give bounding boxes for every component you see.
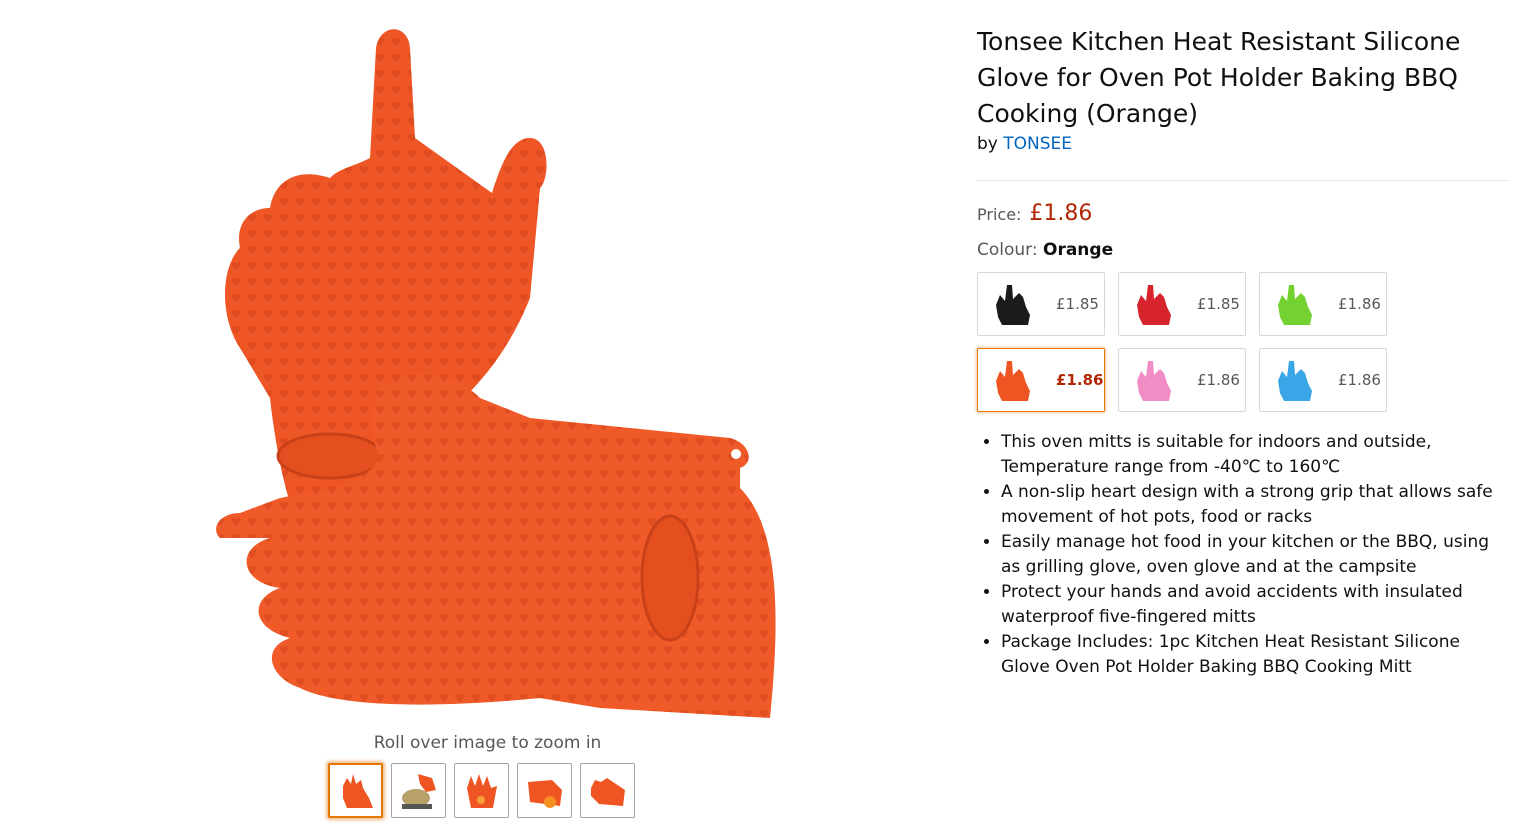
swatch-price: £1.85 [1197,295,1240,313]
price-label: Price: [977,205,1022,224]
feature-bullet: This oven mitts is suitable for indoors … [1001,430,1509,480]
orange-silicone-gloves-image [216,29,776,718]
colour-swatch[interactable]: £1.85 [1118,272,1246,336]
divider [977,180,1509,181]
orange-glove-thumbnail-icon [342,773,373,808]
price-row: Price: £1.86 [977,201,1509,226]
colour-swatch[interactable]: £1.86 [1259,348,1387,412]
feature-bullet: A non-slip heart design with a strong gr… [1001,480,1509,530]
main-product-image[interactable] [180,18,800,728]
colour-swatch[interactable]: £1.86 [1259,272,1387,336]
glove-swatch-icon [996,361,1030,401]
glove-holding-fruit-thumbnail-icon [527,779,562,808]
product-details: Tonsee Kitchen Heat Resistant Silicone G… [977,24,1509,680]
glove-side-thumbnail-icon [590,777,625,806]
glove-swatch-icon [1137,361,1171,401]
price-value: £1.86 [1029,201,1093,226]
image-thumbnails [328,763,635,818]
colour-swatch[interactable]: £1.86 [1118,348,1246,412]
glove-with-pot-thumbnail-icon [401,773,436,809]
colour-swatch[interactable]: £1.85 [977,272,1105,336]
thumbnail-1[interactable] [328,763,383,818]
feature-bullet: Package Includes: 1pc Kitchen Heat Resis… [1001,630,1509,680]
swatch-price: £1.86 [1197,371,1240,389]
colour-swatches: £1.85 £1.85 £1.86 £1.86 £1.86 £1.86 [977,272,1509,412]
byline-prefix: by [977,134,998,154]
colour-label: Colour: [977,240,1038,260]
glove-swatch-icon [1278,361,1312,401]
feature-bullet: Easily manage hot food in your kitchen o… [1001,530,1509,580]
product-page: Roll over image to zoom in Tonsee Kitche… [0,0,1533,838]
swatch-price: £1.86 [1056,371,1104,389]
brand-link[interactable]: TONSEE [1003,134,1072,154]
thumbnail-5[interactable] [580,763,635,818]
feature-bullet: Protect your hands and avoid accidents w… [1001,580,1509,630]
glove-swatch-icon [1137,285,1171,325]
zoom-hint-text: Roll over image to zoom in [373,733,602,753]
glove-flat-thumbnail-icon [466,773,497,808]
swatch-price: £1.85 [1056,295,1099,313]
colour-value: Orange [1043,240,1114,260]
glove-swatch-icon [1278,285,1312,325]
product-title: Tonsee Kitchen Heat Resistant Silicone G… [977,27,1461,128]
colour-swatch[interactable]: £1.86 [977,348,1105,412]
colour-row: Colour: Orange [977,240,1509,260]
thumbnail-3[interactable] [454,763,509,818]
swatch-price: £1.86 [1338,371,1381,389]
thumbnail-2[interactable] [391,763,446,818]
glove-swatch-icon [996,285,1030,325]
byline: by TONSEE [977,134,1509,154]
feature-bullets: This oven mitts is suitable for indoors … [977,430,1509,680]
thumbnail-4[interactable] [517,763,572,818]
swatch-price: £1.86 [1338,295,1381,313]
